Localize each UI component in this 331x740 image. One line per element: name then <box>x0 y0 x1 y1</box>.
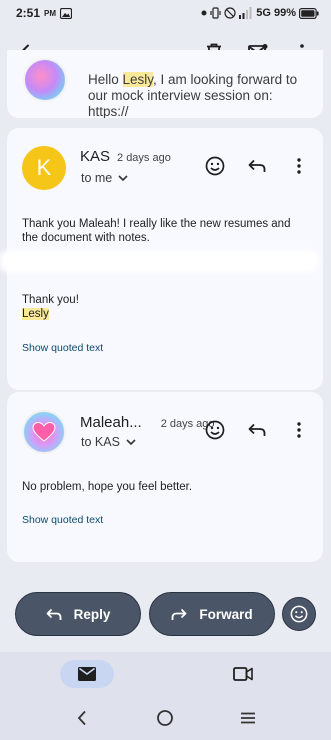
alarm-dot-icon <box>201 10 207 16</box>
sender-row: Maleah... 2 days ago <box>80 414 215 431</box>
signal-icon <box>239 7 252 19</box>
system-home-button[interactable] <box>153 706 177 730</box>
sender-name: Maleah... <box>80 414 142 431</box>
network-type: 5G <box>256 7 271 19</box>
react-button[interactable] <box>201 416 229 444</box>
reply-actions-row: Reply Forward <box>0 592 331 638</box>
previous-message-snippet: Hello Lesly, I am looking forward to our… <box>88 72 298 118</box>
dnd-icon <box>224 7 236 19</box>
battery-icon <box>299 7 319 19</box>
sender-row: KAS 2 days ago <box>80 148 171 165</box>
message-actions <box>201 416 313 444</box>
message-body: Thank you Maleah! I really like the new … <box>22 218 291 244</box>
reply-icon <box>46 608 62 620</box>
status-bar: 2:51 PM 5G 99% <box>0 0 331 26</box>
emoji-icon <box>205 420 225 440</box>
sender-name: KAS <box>80 148 111 165</box>
reply-label: Reply <box>73 606 111 622</box>
avatar[interactable]: K <box>22 146 66 190</box>
message-time: 2 days ago <box>117 152 171 164</box>
reply-button[interactable] <box>243 416 271 444</box>
message-signature: Lesly <box>22 308 49 320</box>
gallery-icon <box>60 7 73 19</box>
nav-meet-tab[interactable] <box>230 660 256 688</box>
reply-all-button[interactable]: Reply <box>15 592 141 636</box>
message-signoff: Thank you! <box>22 294 79 306</box>
status-ampm: PM <box>44 8 57 18</box>
menu-lines-icon <box>241 712 255 724</box>
recipient-details-toggle[interactable]: to KAS <box>81 435 136 449</box>
forward-icon <box>171 608 187 620</box>
message-more-button[interactable] <box>285 416 313 444</box>
bottom-navigation <box>0 652 331 696</box>
vibrate-icon <box>210 7 221 19</box>
more-vert-icon <box>297 422 301 438</box>
status-left: 2:51 PM <box>16 6 73 20</box>
recipient-label: to me <box>81 171 113 185</box>
chevron-down-icon <box>126 439 136 445</box>
video-icon <box>233 667 253 681</box>
emoji-icon <box>290 605 308 623</box>
reply-icon <box>248 159 266 172</box>
home-circle-icon <box>157 710 173 726</box>
emoji-icon <box>205 156 225 176</box>
previous-message-card[interactable]: Hello Lesly, I am looking forward to our… <box>7 50 323 118</box>
show-quoted-text-link[interactable]: Show quoted text <box>22 342 103 354</box>
recipient-details-toggle[interactable]: to me <box>81 171 128 185</box>
nav-mail-tab[interactable] <box>60 660 114 688</box>
mail-icon <box>78 667 96 681</box>
more-vert-icon <box>297 158 301 174</box>
battery-percent: 99% <box>273 7 296 19</box>
message-body: No problem, hope you feel better. <box>22 481 193 493</box>
reply-button[interactable] <box>243 152 271 180</box>
message-more-button[interactable] <box>285 152 313 180</box>
heart-icon <box>32 421 56 442</box>
emoji-react-button[interactable] <box>282 597 316 631</box>
system-back-button[interactable] <box>70 706 94 730</box>
avatar <box>23 58 67 102</box>
system-recents-button[interactable] <box>236 706 260 730</box>
status-time: 2:51 <box>16 6 41 20</box>
status-right: 5G 99% <box>201 7 319 19</box>
message-card-maleah: Maleah... 2 days ago to KAS No problem, … <box>7 392 323 562</box>
react-button[interactable] <box>201 152 229 180</box>
forward-label: Forward <box>199 606 253 622</box>
message-actions <box>201 152 313 180</box>
avatar[interactable] <box>22 410 66 454</box>
reply-icon <box>248 423 266 436</box>
system-navigation-bar <box>0 696 331 740</box>
show-quoted-text-link[interactable]: Show quoted text <box>22 514 103 526</box>
forward-button[interactable]: Forward <box>149 592 275 636</box>
highlighted-name: Lesly <box>122 72 154 87</box>
chevron-left-icon <box>77 710 86 726</box>
redacted-smudge <box>0 250 319 272</box>
recipient-label: to KAS <box>81 435 120 449</box>
chevron-down-icon <box>118 175 128 181</box>
message-card-kas: K KAS 2 days ago to me Thank you Maleah!… <box>0 128 323 390</box>
